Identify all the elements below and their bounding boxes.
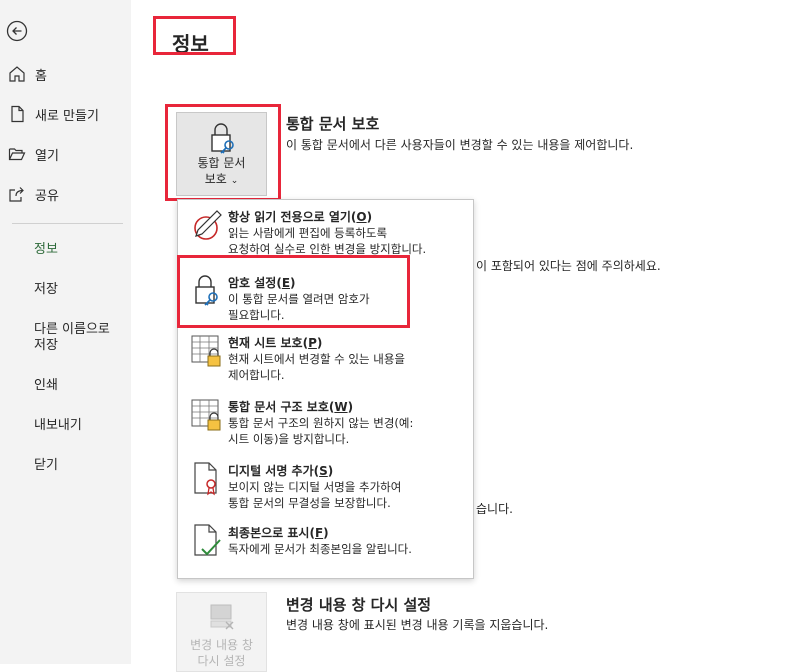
menu-item-title: 최종본으로 표시(F) xyxy=(228,526,329,540)
sidebar-item-label: 다른 이름으로 xyxy=(34,322,110,337)
sidebar-item-close[interactable]: 닫기 xyxy=(34,458,58,474)
chevron-down-icon: ⌄ xyxy=(230,176,239,186)
lock-key-icon xyxy=(195,275,218,306)
reset-changes-pane-button[interactable]: 변경 내용 창 다시 설정 xyxy=(176,592,267,672)
sidebar-item-open[interactable]: 열기 xyxy=(8,144,59,164)
reset-pane-icon xyxy=(210,604,234,630)
share-icon xyxy=(9,187,24,202)
sidebar-item-label: 열기 xyxy=(35,148,59,164)
protect-button-label-2: 보호 ⌄ xyxy=(204,172,239,186)
changes-section-desc: 변경 내용 창에 표시된 변경 내용 기록을 지웁습니다. xyxy=(286,618,549,632)
protect-button-label-1: 통합 문서 xyxy=(197,156,246,170)
menu-item-title: 디지털 서명 추가(S) xyxy=(228,464,334,478)
mark-as-final-icon xyxy=(194,524,221,556)
menu-item-title: 통합 문서 구조 보호(W) xyxy=(228,400,354,414)
changes-section-title: 변경 내용 창 다시 설정 xyxy=(286,596,432,614)
versions-desc-fragment: 습니다. xyxy=(476,502,513,516)
sidebar-item-export[interactable]: 내보내기 xyxy=(34,418,82,434)
sidebar-divider xyxy=(12,223,123,224)
read-only-pencil-icon xyxy=(194,210,222,240)
sidebar-item-save[interactable]: 저장 xyxy=(34,282,58,298)
sidebar-item-label: 저장 xyxy=(34,338,58,353)
menu-item-always-read-only[interactable]: 항상 읽기 전용으로 열기(O) 읽는 사람에게 편집에 등록하도록 요청하여 … xyxy=(178,202,473,260)
protect-section-title: 통합 문서 보호 xyxy=(286,115,380,133)
sidebar-item-share[interactable]: 공유 xyxy=(8,184,59,204)
workbook-structure-lock-icon xyxy=(191,399,221,431)
protect-workbook-button[interactable]: 통합 문서 보호 ⌄ xyxy=(176,112,267,196)
back-arrow-icon[interactable] xyxy=(6,20,28,42)
new-document-icon xyxy=(11,105,24,123)
sidebar-item-label: 홈 xyxy=(35,68,47,84)
sidebar-item-print[interactable]: 인쇄 xyxy=(34,378,58,394)
backstage-sidebar: 홈 새로 만들기 열기 공유 정보 저장 다른 이름으로 저장 인쇄 내보내기 … xyxy=(0,0,131,664)
menu-item-title: 현재 시트 보호(P) xyxy=(228,336,323,350)
page-title: 정보 xyxy=(172,32,209,56)
menu-item-desc: 현재 시트에서 변경할 수 있는 내용을 제어합니다. xyxy=(228,352,405,382)
sheet-lock-icon xyxy=(191,335,221,367)
lock-key-icon xyxy=(211,123,234,154)
sidebar-item-info[interactable]: 정보 xyxy=(34,242,58,258)
folder-open-icon xyxy=(8,148,26,161)
digital-signature-icon xyxy=(194,462,217,496)
menu-item-desc: 독자에게 문서가 최종본임을 알립니다. xyxy=(228,542,412,556)
protect-section-desc: 이 통합 문서에서 다른 사용자들이 변경할 수 있는 내용을 제어합니다. xyxy=(286,138,634,152)
menu-item-title: 암호 설정(E) xyxy=(228,276,296,290)
reset-button-label-1: 변경 내용 창 xyxy=(190,638,253,652)
reset-button-label-2: 다시 설정 xyxy=(197,654,246,668)
home-icon xyxy=(9,66,25,82)
sidebar-item-home[interactable]: 홈 xyxy=(8,64,47,84)
menu-item-desc: 읽는 사람에게 편집에 등록하도록 요청하여 실수로 인한 변경을 방지합니다. xyxy=(228,226,427,256)
menu-item-desc: 이 통합 문서를 열려면 암호가 필요합니다. xyxy=(228,292,370,322)
menu-item-title: 항상 읽기 전용으로 열기(O) xyxy=(228,210,373,224)
menu-item-desc: 보이지 않는 디지털 서명을 추가하여 통합 문서의 무결성을 보장합니다. xyxy=(228,480,402,510)
sidebar-item-label: 공유 xyxy=(35,188,59,204)
inspect-desc-fragment: 이 포함되어 있다는 점에 주의하세요. xyxy=(476,259,661,273)
menu-item-mark-as-final[interactable]: 최종본으로 표시(F) 독자에게 문서가 최종본임을 알립니다. xyxy=(178,518,473,576)
sidebar-item-label: 새로 만들기 xyxy=(35,108,99,124)
sidebar-item-save-as[interactable]: 다른 이름으로 저장 xyxy=(34,322,110,354)
menu-item-encrypt-with-password[interactable]: 암호 설정(E) 이 통합 문서를 열려면 암호가 필요합니다. xyxy=(178,264,473,326)
sidebar-item-new[interactable]: 새로 만들기 xyxy=(8,104,99,124)
menu-item-protect-current-sheet[interactable]: 현재 시트 보호(P) 현재 시트에서 변경할 수 있는 내용을 제어합니다. xyxy=(178,328,473,388)
menu-item-add-digital-signature[interactable]: 디지털 서명 추가(S) 보이지 않는 디지털 서명을 추가하여 통합 문서의 … xyxy=(178,456,473,516)
protect-workbook-dropdown: 항상 읽기 전용으로 열기(O) 읽는 사람에게 편집에 등록하도록 요청하여 … xyxy=(177,199,474,579)
menu-item-protect-workbook-structure[interactable]: 통합 문서 구조 보호(W) 통합 문서 구조의 원하지 않는 변경(예: 시트… xyxy=(178,392,473,452)
menu-item-desc: 통합 문서 구조의 원하지 않는 변경(예: 시트 이동)을 방지합니다. xyxy=(228,416,414,446)
